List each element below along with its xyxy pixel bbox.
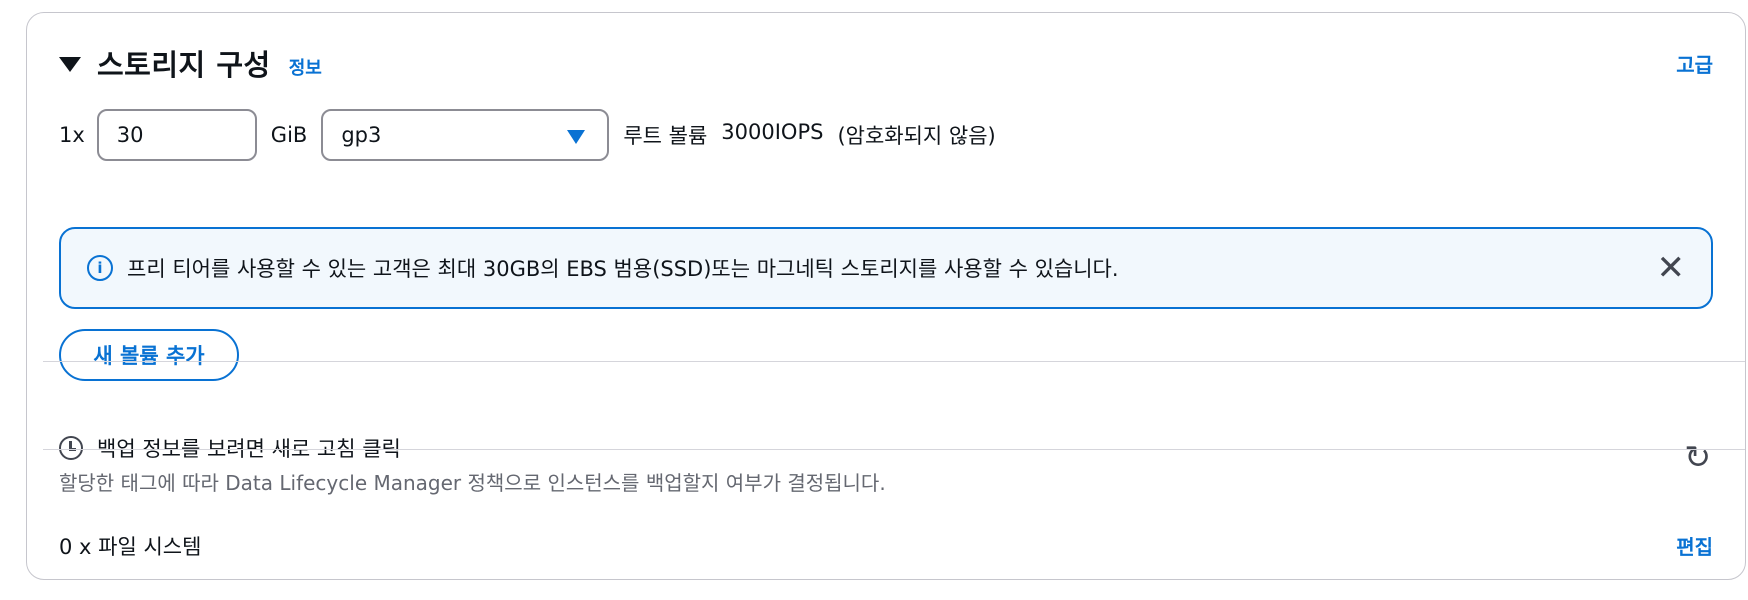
alert-message: 프리 티어를 사용할 수 있는 고객은 최대 30GB의 EBS 범용(SSD)… bbox=[127, 257, 1119, 281]
encryption-label: (암호화되지 않음) bbox=[837, 124, 996, 148]
storage-config-panel: 스토리지 구성 정보 고급 1x 30 GiB gp3 루트 볼륨 3000IO… bbox=[26, 12, 1746, 580]
iops-label: 3000IOPS bbox=[721, 120, 824, 144]
refresh-icon[interactable]: ↻ bbox=[1684, 441, 1711, 473]
volume-type-value: gp3 bbox=[341, 123, 382, 147]
section-header: 스토리지 구성 정보 고급 bbox=[59, 41, 1713, 85]
divider bbox=[43, 361, 1745, 362]
volume-size-unit: GiB bbox=[270, 123, 308, 147]
edit-link[interactable]: 편집 bbox=[1676, 531, 1713, 560]
volume-count: 1x bbox=[59, 123, 85, 147]
file-systems-label: 0 x 파일 시스템 bbox=[59, 535, 202, 559]
volume-meta: 루트 볼륨 3000IOPS (암호화되지 않음) bbox=[623, 120, 995, 150]
clock-icon bbox=[59, 436, 83, 460]
advanced-link[interactable]: 고급 bbox=[1676, 49, 1713, 78]
free-tier-alert: i 프리 티어를 사용할 수 있는 고객은 최대 30GB의 EBS 범용(SS… bbox=[59, 227, 1713, 309]
close-icon[interactable]: ✕ bbox=[1657, 251, 1686, 285]
backup-header: 백업 정보를 보려면 새로 고침 클릭 bbox=[59, 433, 401, 463]
divider bbox=[43, 449, 1745, 450]
root-volume-row: 1x 30 GiB gp3 루트 볼륨 3000IOPS (암호화되지 않음) bbox=[59, 105, 996, 165]
add-volume-button[interactable]: 새 볼륨 추가 bbox=[59, 329, 239, 381]
caret-down-icon bbox=[567, 130, 586, 144]
collapse-caret-icon[interactable] bbox=[59, 56, 81, 72]
root-volume-label: 루트 볼륨 bbox=[623, 124, 708, 148]
info-icon: i bbox=[87, 255, 113, 281]
volume-type-select[interactable]: gp3 bbox=[321, 109, 610, 161]
backup-description: 할당한 태그에 따라 Data Lifecycle Manager 정책으로 인… bbox=[59, 471, 886, 495]
volume-size-input[interactable]: 30 bbox=[96, 109, 257, 161]
section-title: 스토리지 구성 bbox=[97, 48, 271, 82]
backup-title: 백업 정보를 보려면 새로 고침 클릭 bbox=[97, 437, 401, 461]
info-link[interactable]: 정보 bbox=[289, 54, 322, 80]
